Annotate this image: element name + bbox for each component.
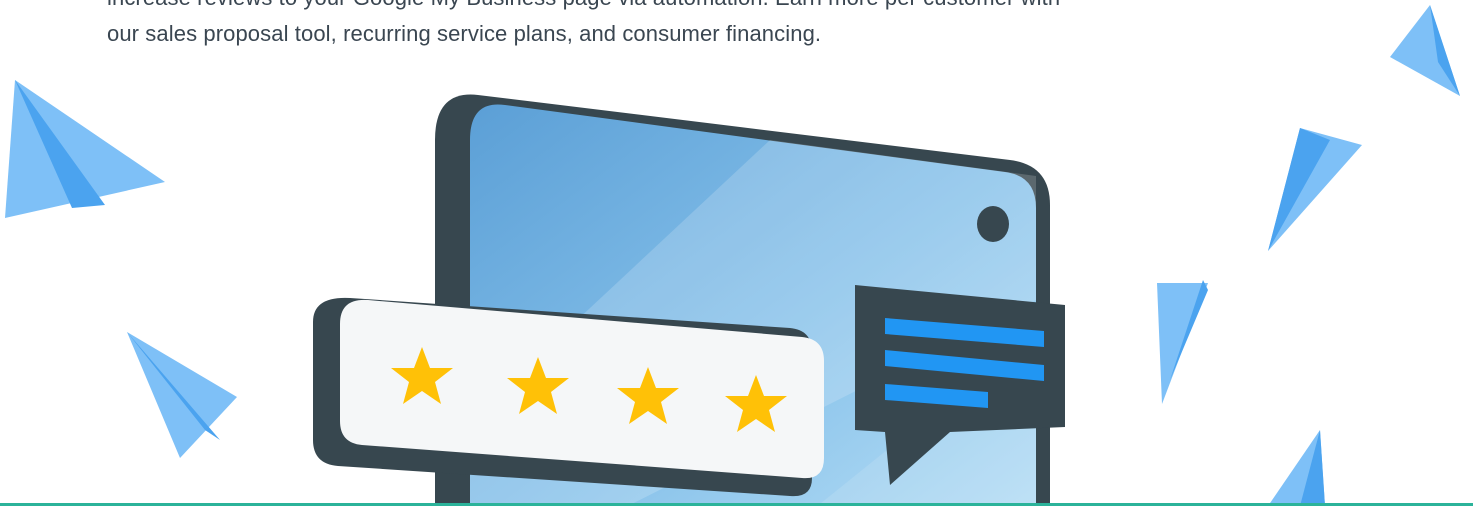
paper-plane-icon	[1157, 280, 1208, 404]
reviews-illustration	[5, 5, 1460, 506]
paper-plane-icon	[1390, 5, 1460, 96]
page: increase reviews to your Google My Busin…	[0, 0, 1473, 506]
paper-plane-icon	[127, 332, 237, 458]
paper-plane-icon	[1268, 128, 1362, 251]
paper-plane-icon	[5, 80, 165, 218]
description-text: increase reviews to your Google My Busin…	[107, 0, 1357, 52]
description-line-1: increase reviews to your Google My Busin…	[107, 0, 1357, 16]
description-line-2: our sales proposal tool, recurring servi…	[107, 21, 822, 46]
rating-card	[313, 297, 824, 497]
paper-plane-icon	[1268, 430, 1325, 506]
